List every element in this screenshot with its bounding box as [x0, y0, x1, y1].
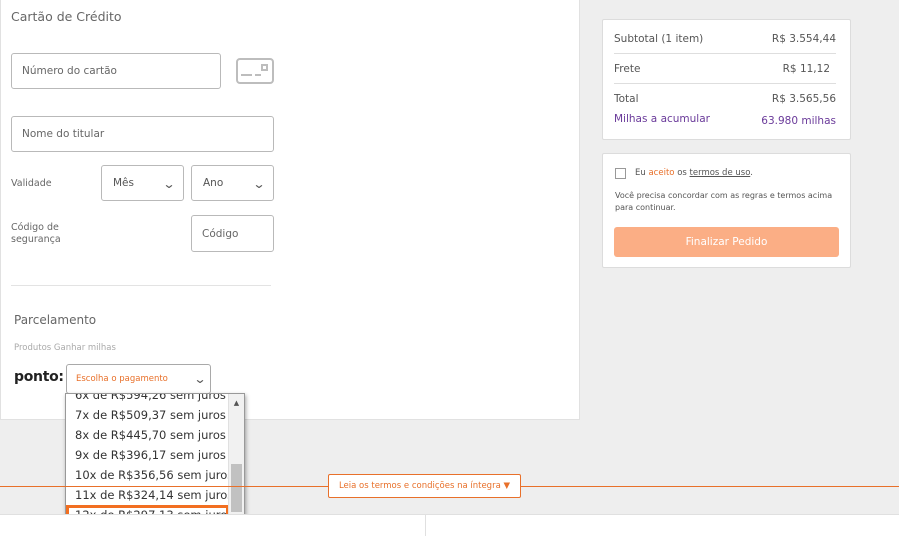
accept-mid: os — [677, 168, 687, 178]
chevron-down-icon: ⌄ — [193, 372, 207, 386]
accept-suffix: . — [750, 168, 753, 178]
read-full-terms-button[interactable]: Leia os termos e condições na íntegra ▼ — [328, 474, 521, 498]
accept-prefix: Eu — [635, 168, 646, 178]
shipping-value: R$ 11,12 — [782, 63, 830, 75]
scrollbar-thumb[interactable] — [231, 464, 242, 512]
installments-title: Parcelamento — [14, 313, 97, 327]
bottom-section — [0, 514, 899, 536]
total-row: Total R$ 3.565,56 — [614, 93, 836, 105]
summary-divider — [614, 83, 836, 84]
month-select-value: Mês — [113, 177, 134, 189]
security-label-line2: segurança — [11, 234, 61, 245]
year-select-value: Ano — [203, 177, 224, 189]
installment-option[interactable]: 7x de R$509,37 sem juros — [66, 405, 229, 425]
installments-dropdown[interactable]: 6x de R$594,26 sem juros 7x de R$509,37 … — [65, 393, 245, 529]
summary-divider — [614, 53, 836, 54]
payment-select[interactable]: Escolha o pagamento ⌄ — [66, 364, 211, 394]
credit-card-title: Cartão de Crédito — [11, 9, 122, 24]
installment-option[interactable]: 11x de R$324,14 sem juros — [66, 485, 233, 505]
installments-list: 6x de R$594,26 sem juros 7x de R$509,37 … — [66, 394, 233, 525]
miles-row: Milhas a acumular 63.980 milhas — [614, 113, 836, 127]
order-summary: Subtotal (1 item) R$ 3.554,44 Frete R$ 1… — [602, 19, 851, 140]
installment-option[interactable]: 6x de R$594,26 sem juros — [66, 394, 229, 405]
shipping-label: Frete — [614, 63, 641, 75]
miles-value: 63.980 milhas — [761, 115, 836, 127]
installment-option[interactable]: 9x de R$396,17 sem juros — [66, 445, 229, 465]
total-label: Total — [614, 93, 639, 105]
subtotal-row: Subtotal (1 item) R$ 3.554,44 — [614, 33, 836, 45]
finalize-order-button[interactable]: Finalizar Pedido — [614, 227, 839, 257]
subtotal-value: R$ 3.554,44 — [771, 33, 836, 45]
subtotal-label: Subtotal (1 item) — [614, 33, 704, 45]
installment-option[interactable]: 8x de R$445,70 sem juros — [66, 425, 229, 445]
ponto-logo: ponto: — [14, 369, 64, 385]
year-select[interactable]: Ano ⌄ — [191, 165, 274, 201]
terms-notice: Você precisa concordar com as regras e t… — [615, 191, 833, 212]
chevron-down-icon: ⌄ — [252, 177, 266, 191]
installments-subtitle: Produtos Ganhar milhas — [14, 343, 116, 353]
divider — [11, 285, 271, 286]
security-code-input[interactable]: Código — [191, 215, 274, 252]
accept-terms-checkbox[interactable] — [615, 168, 626, 179]
accept-word: aceito — [648, 168, 675, 178]
payment-select-value: Escolha o pagamento — [76, 374, 168, 384]
installment-option[interactable]: 10x de R$356,56 sem juros — [66, 465, 233, 485]
card-holder-input[interactable]: Nome do titular — [11, 116, 274, 152]
chevron-down-icon: ⌄ — [162, 177, 176, 191]
scroll-up-arrow-icon[interactable]: ▲ — [229, 396, 244, 410]
month-select[interactable]: Mês ⌄ — [101, 165, 184, 201]
validity-label: Validade — [11, 178, 52, 189]
total-value: R$ 3.565,56 — [771, 93, 836, 105]
security-code-label: Código de segurança — [11, 222, 61, 246]
card-number-input[interactable]: Número do cartão — [11, 53, 221, 89]
shipping-row: Frete R$ 11,12 — [614, 63, 836, 75]
security-label-line1: Código de — [11, 222, 59, 233]
column-divider — [425, 515, 426, 536]
terms-panel: Eu aceito os termos de uso. Você precisa… — [602, 153, 851, 268]
accept-terms-label: Eu aceito os termos de uso. — [635, 168, 753, 178]
terms-of-use-link[interactable]: termos de uso — [690, 168, 751, 178]
dropdown-scrollbar[interactable]: ▲ ▼ — [228, 394, 244, 528]
credit-card-icon — [236, 58, 274, 84]
miles-label: Milhas a acumular — [614, 113, 710, 125]
payment-panel: Cartão de Crédito Número do cartão Nome … — [0, 0, 580, 420]
